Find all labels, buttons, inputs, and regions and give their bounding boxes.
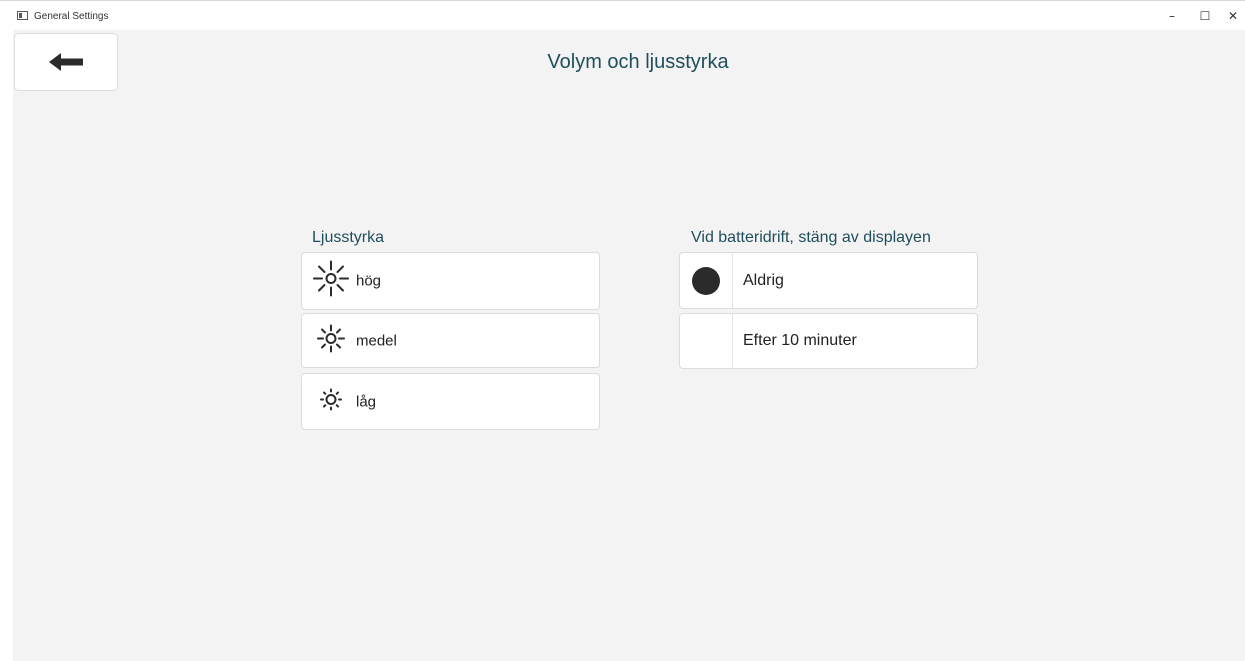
brightness-option-medium[interactable]: medel <box>301 313 600 368</box>
maximize-button[interactable]: ☐ <box>1193 7 1217 25</box>
close-button[interactable]: ✕ <box>1228 7 1245 25</box>
selected-indicator-icon <box>692 266 720 295</box>
display-off-option-label: Aldrig <box>743 271 784 289</box>
selection-cell <box>680 314 733 368</box>
brightness-option-label: låg <box>356 393 377 410</box>
display-off-option-label: Efter 10 minuter <box>743 332 857 349</box>
sun-large-icon <box>312 260 350 303</box>
brightness-option-label: hög <box>356 272 382 290</box>
sun-small-icon <box>312 380 350 423</box>
window-titlebar: General Settings – ☐ ✕ <box>0 0 1245 30</box>
display-off-option-10-minutes[interactable]: Efter 10 minuter <box>679 313 978 369</box>
settings-page: Volym och ljusstyrka Ljusstyrka hög mede… <box>13 30 1245 661</box>
brightness-option-low[interactable]: låg <box>301 373 600 430</box>
window-title: General Settings <box>34 11 109 22</box>
brightness-heading: Ljusstyrka <box>312 229 385 246</box>
brightness-option-label: medel <box>356 332 397 349</box>
sun-medium-icon <box>312 319 350 362</box>
brightness-option-high[interactable]: hög <box>301 252 600 310</box>
selection-cell <box>680 253 733 308</box>
page-title: Volym och ljusstyrka <box>547 51 729 73</box>
app-window-icon <box>17 11 28 20</box>
display-off-option-never[interactable]: Aldrig <box>679 252 978 309</box>
minimize-button[interactable]: – <box>1160 7 1184 25</box>
battery-display-heading: Vid batteridrift, stäng av displayen <box>691 229 931 246</box>
